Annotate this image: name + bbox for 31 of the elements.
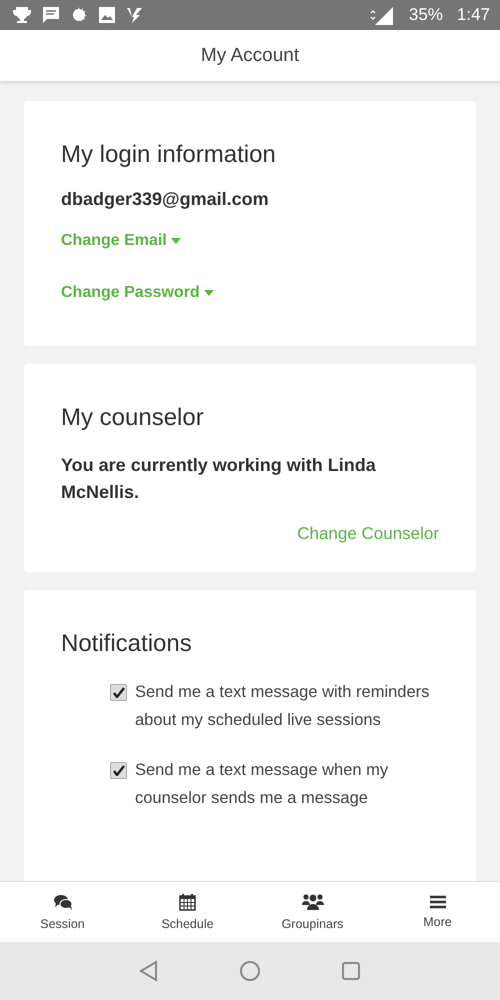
chat-icon <box>52 894 72 910</box>
page-title: My Account <box>200 44 300 66</box>
card-title: Notifications <box>61 630 193 658</box>
checkbox[interactable] <box>110 684 127 701</box>
battery-level: 35% <box>408 5 443 25</box>
trophy-icon <box>12 6 32 24</box>
option-label: Send me a text message when my counselor sends me a message <box>135 760 390 809</box>
image-icon <box>98 6 116 24</box>
signal-icon <box>368 5 395 25</box>
recents-icon[interactable] <box>341 961 361 981</box>
nav-tab[interactable]: Groupinars <box>250 882 375 942</box>
clock: 1:47 <box>456 5 490 25</box>
card-title: My login information <box>61 141 277 169</box>
calendar-icon <box>179 893 196 911</box>
vpn-icon <box>126 6 144 24</box>
nav-tab[interactable]: Schedule <box>125 882 250 942</box>
nav-tab[interactable]: Session <box>0 882 125 942</box>
group-icon <box>302 893 324 911</box>
home-icon[interactable] <box>239 960 261 982</box>
menu-icon <box>430 895 446 909</box>
email-text: dbadger339@gmail.com <box>61 189 270 210</box>
caret-icon <box>204 290 214 296</box>
caret-icon <box>170 238 181 244</box>
back-icon[interactable] <box>139 960 159 982</box>
card-title: My counselor <box>61 404 205 432</box>
checkbox[interactable] <box>110 762 127 779</box>
message-icon <box>42 6 60 24</box>
counselor-text: You are currently working with Linda McNellis. <box>61 454 377 504</box>
burst-icon <box>70 6 88 24</box>
option-label: Send me a text message with reminders about my scheduled live sessions <box>135 682 430 731</box>
nav-tab[interactable]: More <box>375 882 500 942</box>
